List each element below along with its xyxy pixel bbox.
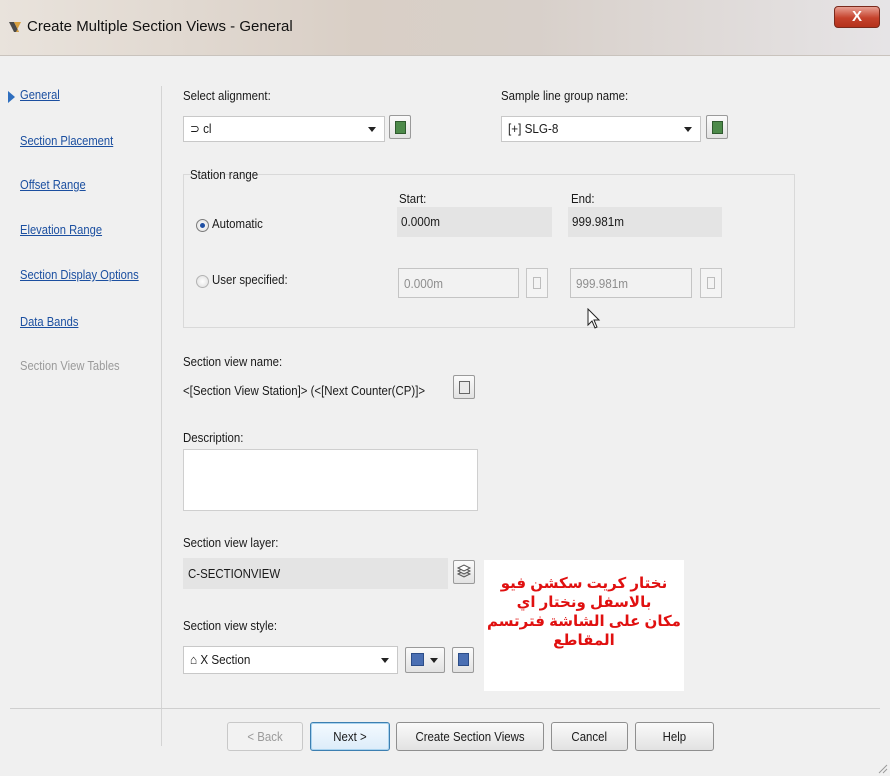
section-view-layer-label: Section view layer: bbox=[183, 535, 279, 550]
station-range-group: Station range Start: End: Automatic 0.00… bbox=[183, 167, 795, 328]
app-icon bbox=[9, 22, 21, 32]
sample-line-group-dropdown[interactable]: [+] SLG-8 bbox=[501, 116, 701, 142]
sample-line-group-label: Sample line group name: bbox=[501, 88, 629, 103]
section-view-style-dropdown[interactable]: ⌂ X Section bbox=[183, 646, 398, 674]
edit-name-template-button[interactable] bbox=[453, 375, 475, 399]
layer-button[interactable] bbox=[453, 560, 475, 584]
name-template-icon bbox=[459, 381, 470, 394]
section-view-layer-field: C-SECTIONVIEW bbox=[183, 558, 448, 589]
back-button[interactable]: < Back bbox=[227, 722, 303, 751]
alignment-value: cl bbox=[203, 121, 212, 136]
pick-from-drawing-icon bbox=[395, 121, 406, 134]
annotation-line-2: بالاسفل ونختار اي bbox=[516, 594, 652, 611]
pick-station-icon bbox=[533, 277, 541, 289]
pick-sample-line-group-button[interactable] bbox=[706, 115, 728, 139]
sample-line-group-icon: [+] bbox=[508, 121, 525, 136]
nav-item-section-placement[interactable]: Section Placement bbox=[20, 133, 113, 148]
user-specified-radio[interactable] bbox=[196, 275, 209, 288]
user-specified-label[interactable]: User specified: bbox=[212, 272, 288, 287]
section-view-name-field[interactable]: <[Section View Station]> (<[Next Counter… bbox=[183, 378, 448, 404]
pick-station-icon bbox=[707, 277, 715, 289]
annotation-line-1: نختار كريت سكشن فيو bbox=[500, 575, 668, 592]
help-button[interactable]: Help bbox=[635, 722, 714, 751]
pick-from-drawing-icon bbox=[712, 121, 723, 134]
create-section-views-button[interactable]: Create Section Views bbox=[396, 722, 544, 751]
user-start-field[interactable]: 0.000m bbox=[398, 268, 519, 298]
style-edit-menu-button[interactable] bbox=[405, 647, 445, 673]
resize-grip-icon[interactable] bbox=[876, 762, 888, 774]
automatic-label[interactable]: Automatic bbox=[212, 216, 263, 231]
annotation-line-4: المقاطع bbox=[553, 632, 615, 649]
section-style-icon: ⌂ bbox=[190, 652, 201, 667]
preview-icon bbox=[458, 653, 469, 666]
user-end-field[interactable]: 999.981m bbox=[570, 268, 692, 298]
instruction-annotation: نختار كريت سكشن فيو بالاسفل ونختار اي مك… bbox=[484, 560, 684, 691]
pick-alignment-button[interactable] bbox=[389, 115, 411, 139]
title-bar: Create Multiple Section Views - General … bbox=[0, 0, 890, 56]
sample-line-group-value: SLG-8 bbox=[524, 121, 559, 136]
nav-item-data-bands[interactable]: Data Bands bbox=[20, 314, 78, 329]
nav-item-section-display-options[interactable]: Section Display Options bbox=[20, 267, 139, 282]
start-label: Start: bbox=[399, 191, 427, 206]
select-alignment-label: Select alignment: bbox=[183, 88, 271, 103]
station-range-title: Station range bbox=[190, 167, 259, 182]
current-page-arrow-icon bbox=[8, 91, 15, 103]
nav-item-general[interactable]: General bbox=[20, 87, 60, 102]
description-label: Description: bbox=[183, 430, 244, 445]
automatic-end-value: 999.981m bbox=[568, 207, 722, 237]
alignment-dropdown[interactable]: ⊃ cl bbox=[183, 116, 385, 142]
nav-divider bbox=[161, 86, 162, 746]
pick-end-station-button[interactable] bbox=[700, 268, 722, 298]
next-button[interactable]: Next > bbox=[310, 722, 390, 751]
section-view-style-label: Section view style: bbox=[183, 618, 278, 633]
pick-start-station-button[interactable] bbox=[526, 268, 548, 298]
chevron-down-icon bbox=[430, 658, 438, 663]
close-icon: X bbox=[851, 8, 862, 25]
button-bar-divider bbox=[10, 708, 880, 709]
automatic-start-value: 0.000m bbox=[397, 207, 552, 237]
nav-item-offset-range[interactable]: Offset Range bbox=[20, 177, 86, 192]
window-title: Create Multiple Section Views - General bbox=[27, 18, 293, 35]
edit-style-icon bbox=[411, 653, 424, 666]
close-button[interactable]: X bbox=[834, 6, 880, 28]
preview-style-button[interactable] bbox=[452, 647, 474, 673]
automatic-radio[interactable] bbox=[196, 219, 209, 232]
nav-item-elevation-range[interactable]: Elevation Range bbox=[20, 222, 102, 237]
chevron-down-icon bbox=[684, 127, 692, 132]
section-view-name-value: <[Section View Station]> (<[Next Counter… bbox=[183, 383, 426, 398]
chevron-down-icon bbox=[368, 127, 376, 132]
description-field[interactable] bbox=[183, 449, 478, 511]
cancel-button[interactable]: Cancel bbox=[551, 722, 628, 751]
dialog-body: General Section Placement Offset Range E… bbox=[0, 56, 890, 776]
section-view-name-label: Section view name: bbox=[183, 354, 283, 369]
alignment-icon: ⊃ bbox=[190, 121, 204, 136]
end-label: End: bbox=[571, 191, 595, 206]
layers-icon bbox=[456, 564, 472, 578]
nav-item-section-view-tables: Section View Tables bbox=[20, 358, 120, 373]
section-view-style-value: X Section bbox=[200, 652, 251, 667]
annotation-line-3: مكان على الشاشة فترتسم bbox=[487, 613, 681, 630]
chevron-down-icon bbox=[381, 658, 389, 663]
mouse-cursor-icon bbox=[587, 308, 601, 329]
